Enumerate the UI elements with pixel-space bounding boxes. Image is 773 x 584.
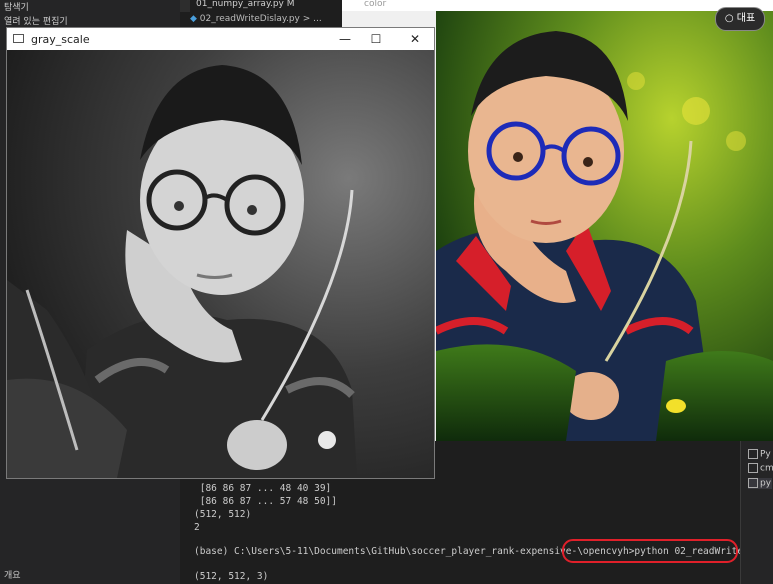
terminal-prompt-path: (base) C:\Users\5-11\Documents\GitHub\so… — [194, 546, 618, 557]
open-editors-section[interactable]: 열려 있는 편집기 — [4, 14, 68, 27]
breadcrumb-text: 02_readWriteDislay.py > ... — [199, 14, 322, 24]
gray-scale-window[interactable]: gray_scale — ☐ ✕ — [6, 27, 435, 479]
color-image — [436, 11, 773, 441]
command-highlight-circle — [562, 539, 738, 563]
terminal-list-item[interactable]: Py — [748, 449, 771, 460]
maximize-button[interactable]: ☐ — [364, 31, 388, 47]
terminal-list-panel — [740, 440, 773, 584]
minimize-button[interactable]: — — [333, 31, 357, 47]
tab-numpy-array[interactable]: 01_numpy_array.py M — [190, 0, 342, 12]
gray-window-title: gray_scale — [31, 33, 90, 46]
window-app-icon — [13, 34, 24, 43]
representative-button[interactable]: ○ 대표 — [715, 7, 765, 31]
color-window-titlebar[interactable]: color — [342, 0, 773, 11]
circle-icon: ○ — [724, 13, 734, 24]
terminal-icon — [748, 478, 758, 488]
terminal-icon — [748, 449, 758, 459]
terminal-line: (512, 512, 3) — [194, 571, 269, 582]
close-button[interactable]: ✕ — [403, 31, 427, 47]
explorer-title: 탐색기 — [4, 3, 29, 13]
terminal-line: (512, 512) — [194, 509, 252, 520]
color-window-title: color — [364, 0, 387, 9]
terminal-line: [86 86 87 ... 57 48 50]] — [194, 496, 337, 507]
outline-section[interactable]: 개요 — [4, 568, 21, 581]
gray-image — [7, 50, 434, 478]
terminal-list-item[interactable]: cm — [748, 463, 773, 474]
terminal-line: [86 86 87 ... 48 40 39] — [194, 483, 332, 494]
python-file-icon: ◆ — [190, 14, 197, 24]
terminal-line: 2 — [194, 522, 200, 533]
gray-window-titlebar[interactable]: gray_scale — ☐ ✕ — [7, 28, 434, 50]
terminal-icon — [748, 463, 758, 473]
terminal-list-item-active[interactable]: py — [748, 478, 772, 489]
